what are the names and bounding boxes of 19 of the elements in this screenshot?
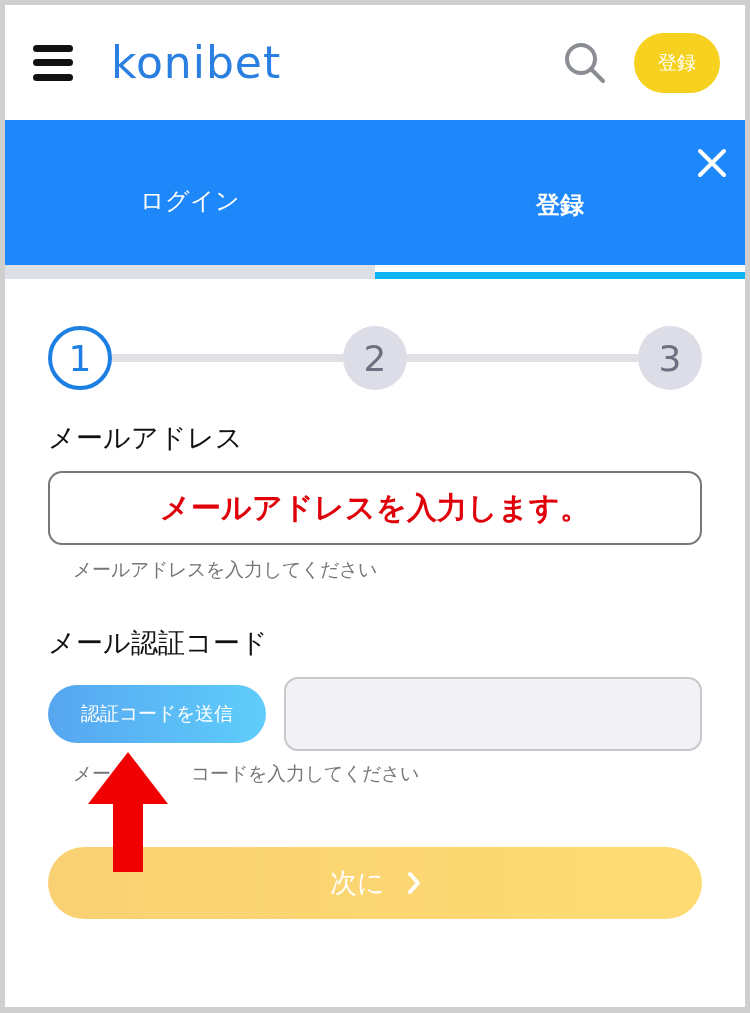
email-field[interactable]: メールアドレスを入力します。 bbox=[48, 471, 702, 545]
code-field[interactable] bbox=[284, 677, 702, 751]
tab[interactable]: ログイン bbox=[5, 165, 375, 265]
step-circle: 3 bbox=[638, 326, 702, 390]
field-label: メールアドレス bbox=[48, 421, 244, 455]
menu-icon[interactable] bbox=[33, 44, 73, 81]
annotation-text: メールアドレスを入力します。 bbox=[160, 488, 590, 527]
step-circle: 1 bbox=[48, 326, 112, 390]
search-icon[interactable] bbox=[564, 41, 606, 84]
chevron-icon bbox=[406, 871, 421, 895]
field-hint: メールアドレスを入力してください bbox=[73, 557, 378, 582]
logo[interactable]: konibet bbox=[111, 37, 282, 88]
field-label: メール認証コード bbox=[48, 626, 269, 660]
step-circle: 2 bbox=[343, 326, 407, 390]
send-code-button[interactable]: 認証コードを送信 bbox=[48, 685, 266, 743]
tab[interactable]: 登録 bbox=[375, 165, 745, 265]
close-icon[interactable] bbox=[697, 148, 727, 178]
field-hint: メー bbox=[73, 761, 111, 786]
field-hint: コードを入力してください bbox=[191, 761, 419, 786]
